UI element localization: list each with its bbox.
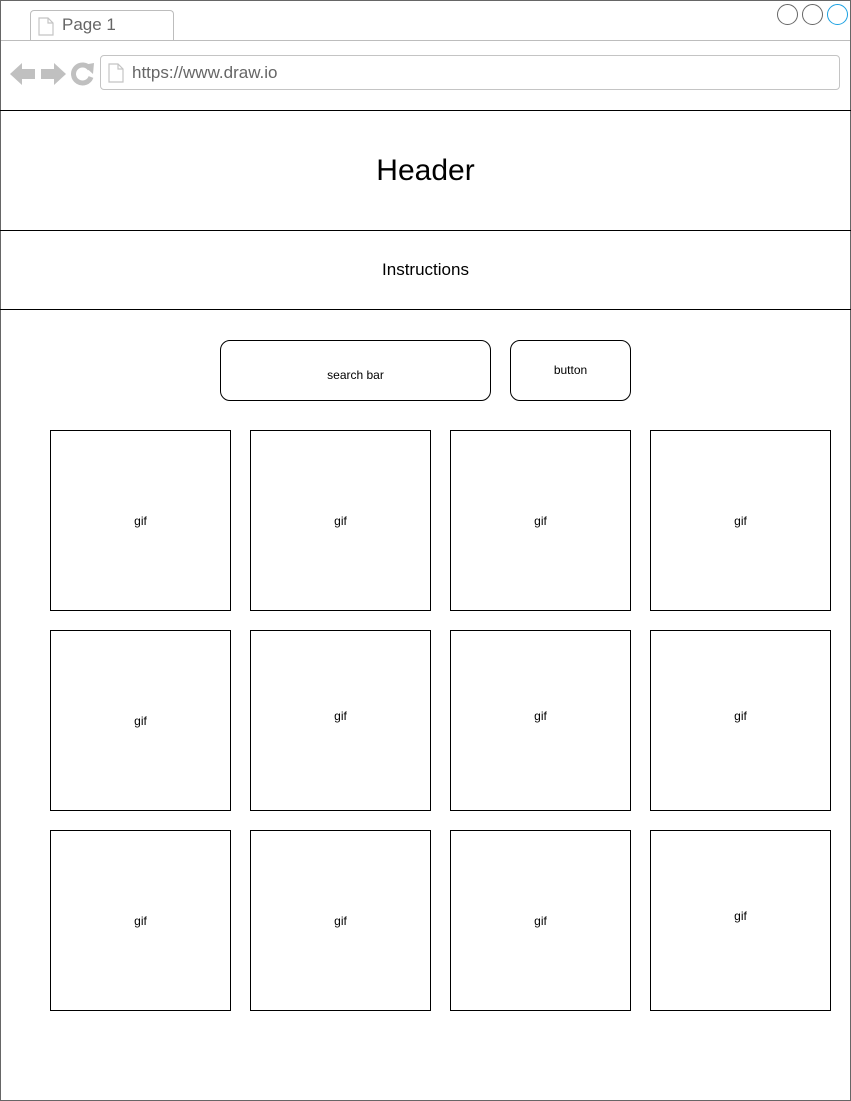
url-text: https://www.draw.io	[132, 63, 278, 82]
page-header: Header	[0, 110, 851, 230]
gif-tile[interactable]: gif	[250, 830, 431, 1011]
gif-label: gif	[134, 713, 147, 728]
gif-tile[interactable]: gif	[50, 630, 231, 811]
button-label: button	[553, 362, 588, 377]
page-icon	[108, 63, 124, 88]
gif-label: gif	[734, 908, 747, 923]
maximize-button[interactable]	[802, 4, 823, 25]
gif-label: gif	[534, 708, 547, 723]
gif-tile[interactable]: gif	[450, 630, 631, 811]
search-input[interactable]: search bar	[220, 340, 491, 401]
gif-tile[interactable]: gif	[650, 630, 831, 811]
window-controls	[777, 4, 848, 25]
search-bar-label: search bar	[327, 367, 384, 382]
gif-tile[interactable]: gif	[50, 830, 231, 1011]
gif-tile[interactable]: gif	[450, 430, 631, 611]
gif-label: gif	[134, 913, 147, 928]
search-button[interactable]: button	[510, 340, 631, 401]
gif-label: gif	[334, 708, 347, 723]
page-icon	[38, 17, 54, 41]
minimize-button[interactable]	[777, 4, 798, 25]
gif-tile[interactable]: gif	[250, 630, 431, 811]
reload-icon[interactable]	[70, 62, 94, 91]
gif-label: gif	[334, 513, 347, 528]
gif-label: gif	[534, 913, 547, 928]
gif-label: gif	[534, 513, 547, 528]
back-icon[interactable]	[10, 62, 36, 91]
address-bar[interactable]: https://www.draw.io	[100, 55, 840, 90]
gif-label: gif	[134, 513, 147, 528]
close-button[interactable]	[827, 4, 848, 25]
gif-tile[interactable]: gif	[650, 830, 831, 1011]
header-title: Header	[376, 153, 475, 187]
tab-strip-divider	[1, 40, 850, 41]
gif-label: gif	[734, 708, 747, 723]
tab-page-1[interactable]: Page 1	[30, 10, 174, 40]
gif-tile[interactable]: gif	[650, 430, 831, 611]
instructions-text: Instructions	[382, 260, 469, 279]
instructions-section: Instructions	[0, 230, 851, 310]
tab-label: Page 1	[62, 15, 116, 34]
gif-label: gif	[334, 913, 347, 928]
forward-icon[interactable]	[40, 62, 66, 91]
gif-label: gif	[734, 513, 747, 528]
gif-tile[interactable]: gif	[50, 430, 231, 611]
gif-tile[interactable]: gif	[450, 830, 631, 1011]
gif-tile[interactable]: gif	[250, 430, 431, 611]
